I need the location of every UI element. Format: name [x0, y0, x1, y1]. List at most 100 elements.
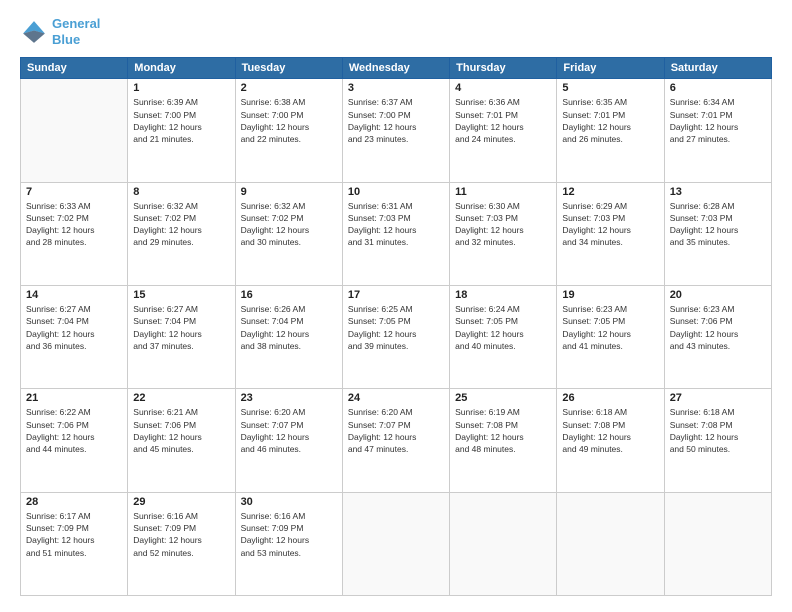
calendar-cell: 26 Sunrise: 6:18 AM Sunset: 7:08 PM Dayli…	[557, 389, 664, 492]
day-number: 22	[133, 392, 229, 404]
day-info: Sunrise: 6:20 AM Sunset: 7:07 PM Dayligh…	[241, 406, 337, 455]
day-number: 10	[348, 186, 444, 198]
day-info: Sunrise: 6:29 AM Sunset: 7:03 PM Dayligh…	[562, 200, 658, 249]
logo: General Blue	[20, 16, 100, 47]
day-number: 30	[241, 496, 337, 508]
day-number: 2	[241, 82, 337, 94]
calendar-cell: 10 Sunrise: 6:31 AM Sunset: 7:03 PM Dayli…	[342, 182, 449, 285]
day-info: Sunrise: 6:35 AM Sunset: 7:01 PM Dayligh…	[562, 96, 658, 145]
calendar-cell: 16 Sunrise: 6:26 AM Sunset: 7:04 PM Dayli…	[235, 285, 342, 388]
calendar-cell: 7 Sunrise: 6:33 AM Sunset: 7:02 PM Daylig…	[21, 182, 128, 285]
day-number: 4	[455, 82, 551, 94]
calendar-cell: 4 Sunrise: 6:36 AM Sunset: 7:01 PM Daylig…	[450, 79, 557, 182]
day-info: Sunrise: 6:18 AM Sunset: 7:08 PM Dayligh…	[670, 406, 766, 455]
calendar-cell: 19Sunrise: 6:23 AM Sunset: 7:05 PM Dayli…	[557, 285, 664, 388]
day-number: 9	[241, 186, 337, 198]
page: General Blue SundayMondayTuesdayWednesda…	[0, 0, 792, 612]
calendar-cell: 15 Sunrise: 6:27 AM Sunset: 7:04 PM Dayli…	[128, 285, 235, 388]
day-info: Sunrise: 6:27 AM Sunset: 7:04 PM Dayligh…	[26, 303, 122, 352]
calendar-cell: 2 Sunrise: 6:38 AM Sunset: 7:00 PM Daylig…	[235, 79, 342, 182]
day-info: Sunrise: 6:37 AM Sunset: 7:00 PM Dayligh…	[348, 96, 444, 145]
calendar-cell: 5Sunrise: 6:35 AM Sunset: 7:01 PM Daylig…	[557, 79, 664, 182]
day-number: 11	[455, 186, 551, 198]
day-number: 6	[670, 82, 766, 94]
day-info: Sunrise: 6:22 AM Sunset: 7:06 PM Dayligh…	[26, 406, 122, 455]
calendar-cell: 17Sunrise: 6:25 AM Sunset: 7:05 PM Dayli…	[342, 285, 449, 388]
day-number: 7	[26, 186, 122, 198]
header: General Blue	[20, 16, 772, 47]
day-info: Sunrise: 6:33 AM Sunset: 7:02 PM Dayligh…	[26, 200, 122, 249]
day-info: Sunrise: 6:34 AM Sunset: 7:01 PM Dayligh…	[670, 96, 766, 145]
calendar-table: SundayMondayTuesdayWednesdayThursdayFrid…	[20, 57, 772, 596]
day-info: Sunrise: 6:24 AM Sunset: 7:05 PM Dayligh…	[455, 303, 551, 352]
day-number: 3	[348, 82, 444, 94]
day-number: 1	[133, 82, 229, 94]
calendar-cell	[342, 492, 449, 595]
calendar-cell	[664, 492, 771, 595]
calendar-cell: 21 Sunrise: 6:22 AM Sunset: 7:06 PM Dayli…	[21, 389, 128, 492]
weekday-header-saturday: Saturday	[664, 58, 771, 79]
calendar-week-1: 1 Sunrise: 6:39 AM Sunset: 7:00 PM Daylig…	[21, 79, 772, 182]
day-info: Sunrise: 6:19 AM Sunset: 7:08 PM Dayligh…	[455, 406, 551, 455]
day-info: Sunrise: 6:20 AM Sunset: 7:07 PM Dayligh…	[348, 406, 444, 455]
day-info: Sunrise: 6:26 AM Sunset: 7:04 PM Dayligh…	[241, 303, 337, 352]
day-info: Sunrise: 6:32 AM Sunset: 7:02 PM Dayligh…	[133, 200, 229, 249]
calendar-cell	[450, 492, 557, 595]
calendar-cell: 9 Sunrise: 6:32 AM Sunset: 7:02 PM Daylig…	[235, 182, 342, 285]
day-info: Sunrise: 6:36 AM Sunset: 7:01 PM Dayligh…	[455, 96, 551, 145]
weekday-header-tuesday: Tuesday	[235, 58, 342, 79]
day-number: 14	[26, 289, 122, 301]
day-info: Sunrise: 6:21 AM Sunset: 7:06 PM Dayligh…	[133, 406, 229, 455]
day-number: 19	[562, 289, 658, 301]
calendar-cell: 23 Sunrise: 6:20 AM Sunset: 7:07 PM Dayli…	[235, 389, 342, 492]
calendar-cell: 3 Sunrise: 6:37 AM Sunset: 7:00 PM Daylig…	[342, 79, 449, 182]
calendar-cell: 12 Sunrise: 6:29 AM Sunset: 7:03 PM Dayli…	[557, 182, 664, 285]
calendar-cell: 8Sunrise: 6:32 AM Sunset: 7:02 PM Daylig…	[128, 182, 235, 285]
day-info: Sunrise: 6:16 AM Sunset: 7:09 PM Dayligh…	[241, 510, 337, 559]
calendar-cell: 29 Sunrise: 6:16 AM Sunset: 7:09 PM Dayli…	[128, 492, 235, 595]
logo-icon	[20, 18, 48, 46]
calendar-week-5: 28Sunrise: 6:17 AM Sunset: 7:09 PM Dayli…	[21, 492, 772, 595]
weekday-header-friday: Friday	[557, 58, 664, 79]
day-number: 27	[670, 392, 766, 404]
calendar-cell: 24 Sunrise: 6:20 AM Sunset: 7:07 PM Dayli…	[342, 389, 449, 492]
day-number: 18	[455, 289, 551, 301]
weekday-header-thursday: Thursday	[450, 58, 557, 79]
day-info: Sunrise: 6:25 AM Sunset: 7:05 PM Dayligh…	[348, 303, 444, 352]
calendar-cell: 1 Sunrise: 6:39 AM Sunset: 7:00 PM Daylig…	[128, 79, 235, 182]
day-number: 29	[133, 496, 229, 508]
day-number: 20	[670, 289, 766, 301]
day-info: Sunrise: 6:27 AM Sunset: 7:04 PM Dayligh…	[133, 303, 229, 352]
calendar-cell: 22 Sunrise: 6:21 AM Sunset: 7:06 PM Dayli…	[128, 389, 235, 492]
day-number: 12	[562, 186, 658, 198]
day-number: 21	[26, 392, 122, 404]
calendar-cell	[557, 492, 664, 595]
calendar-cell: 27 Sunrise: 6:18 AM Sunset: 7:08 PM Dayli…	[664, 389, 771, 492]
weekday-header-sunday: Sunday	[21, 58, 128, 79]
calendar-cell: 6 Sunrise: 6:34 AM Sunset: 7:01 PM Daylig…	[664, 79, 771, 182]
day-number: 15	[133, 289, 229, 301]
day-info: Sunrise: 6:16 AM Sunset: 7:09 PM Dayligh…	[133, 510, 229, 559]
day-number: 16	[241, 289, 337, 301]
calendar-cell: 13 Sunrise: 6:28 AM Sunset: 7:03 PM Dayli…	[664, 182, 771, 285]
calendar-cell: 20 Sunrise: 6:23 AM Sunset: 7:06 PM Dayli…	[664, 285, 771, 388]
calendar-cell: 30 Sunrise: 6:16 AM Sunset: 7:09 PM Dayli…	[235, 492, 342, 595]
day-number: 26	[562, 392, 658, 404]
calendar-cell: 14 Sunrise: 6:27 AM Sunset: 7:04 PM Dayli…	[21, 285, 128, 388]
day-number: 24	[348, 392, 444, 404]
weekday-header-wednesday: Wednesday	[342, 58, 449, 79]
day-info: Sunrise: 6:32 AM Sunset: 7:02 PM Dayligh…	[241, 200, 337, 249]
day-info: Sunrise: 6:18 AM Sunset: 7:08 PM Dayligh…	[562, 406, 658, 455]
day-number: 23	[241, 392, 337, 404]
day-info: Sunrise: 6:39 AM Sunset: 7:00 PM Dayligh…	[133, 96, 229, 145]
calendar-cell	[21, 79, 128, 182]
day-info: Sunrise: 6:23 AM Sunset: 7:06 PM Dayligh…	[670, 303, 766, 352]
day-info: Sunrise: 6:31 AM Sunset: 7:03 PM Dayligh…	[348, 200, 444, 249]
calendar-cell: 11 Sunrise: 6:30 AM Sunset: 7:03 PM Dayli…	[450, 182, 557, 285]
calendar-cell: 28Sunrise: 6:17 AM Sunset: 7:09 PM Dayli…	[21, 492, 128, 595]
day-info: Sunrise: 6:38 AM Sunset: 7:00 PM Dayligh…	[241, 96, 337, 145]
weekday-header-row: SundayMondayTuesdayWednesdayThursdayFrid…	[21, 58, 772, 79]
day-number: 13	[670, 186, 766, 198]
day-info: Sunrise: 6:28 AM Sunset: 7:03 PM Dayligh…	[670, 200, 766, 249]
day-info: Sunrise: 6:30 AM Sunset: 7:03 PM Dayligh…	[455, 200, 551, 249]
